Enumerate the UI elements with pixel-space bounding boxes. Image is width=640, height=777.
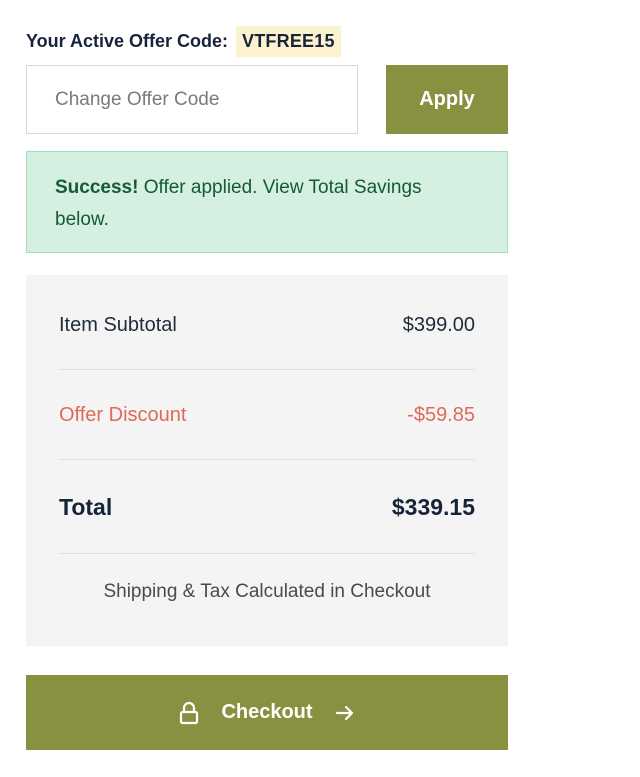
active-offer-code: VTFREE15 bbox=[236, 25, 341, 57]
subtotal-label: Item Subtotal bbox=[59, 313, 177, 336]
summary-divider bbox=[59, 553, 475, 554]
lock-icon bbox=[179, 701, 199, 725]
active-offer-line: Your Active Offer Code: VTFREE15 bbox=[26, 24, 341, 58]
checkout-label: Checkout bbox=[221, 701, 313, 723]
active-offer-label: Your Active Offer Code: bbox=[26, 30, 229, 51]
discount-label: Offer Discount bbox=[59, 403, 187, 426]
success-alert-title: Success! bbox=[55, 177, 139, 198]
apply-button[interactable]: Apply bbox=[386, 65, 508, 134]
checkout-button[interactable]: Checkout bbox=[26, 675, 508, 750]
offer-code-input[interactable] bbox=[26, 65, 358, 134]
total-row: Total $339.15 bbox=[59, 485, 475, 529]
total-value: $339.15 bbox=[391, 493, 475, 520]
subtotal-row: Item Subtotal $399.00 bbox=[59, 305, 475, 345]
total-label: Total bbox=[59, 493, 113, 520]
subtotal-value: $399.00 bbox=[402, 313, 475, 336]
summary-divider bbox=[59, 369, 475, 370]
arrow-right-icon bbox=[335, 704, 355, 722]
order-summary: Item Subtotal $399.00 Offer Discount -$5… bbox=[26, 275, 508, 646]
discount-row: Offer Discount -$59.85 bbox=[59, 395, 475, 435]
discount-value: -$59.85 bbox=[407, 403, 475, 426]
shipping-tax-note: Shipping & Tax Calculated in Checkout bbox=[103, 581, 431, 602]
summary-divider bbox=[59, 459, 475, 460]
success-alert: Success! Offer applied. View Total Savin… bbox=[26, 151, 508, 253]
